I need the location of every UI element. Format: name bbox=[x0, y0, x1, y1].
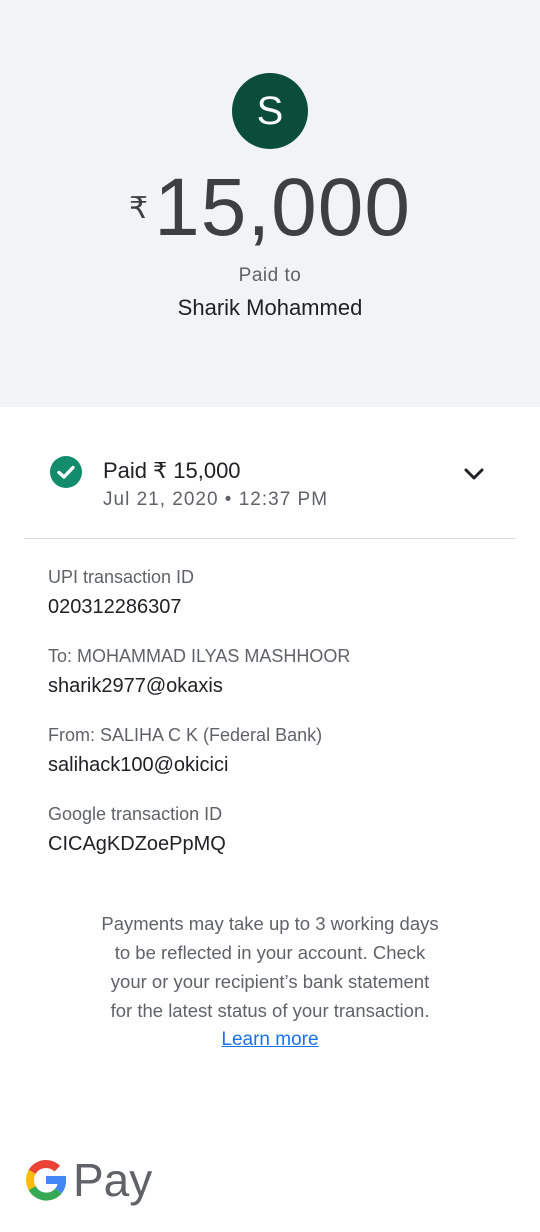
processing-notice: Payments may take up to 3 working days t… bbox=[60, 909, 480, 1025]
payment-summary-header: S ₹15,000 Paid to Sharik Mohammed bbox=[0, 0, 540, 407]
upi-transaction-id-section: UPI transaction ID 020312286307 bbox=[48, 564, 194, 622]
google-g-icon bbox=[24, 1158, 68, 1202]
status-datetime: Jul 21, 2020 • 12:37 PM bbox=[103, 489, 329, 510]
detail-value: 020312286307 bbox=[48, 596, 182, 618]
divider bbox=[24, 538, 516, 539]
detail-value: salihack100@okicici bbox=[48, 754, 229, 776]
status-title: Paid ₹ 15,000 bbox=[103, 458, 241, 483]
amount-value: 15,000 bbox=[154, 162, 411, 253]
detail-label: Google transaction ID bbox=[48, 804, 223, 824]
notice-line: your or your recipient’s bank statement bbox=[110, 971, 430, 992]
amount-display: ₹15,000 bbox=[0, 163, 540, 253]
payee-name: Sharik Mohammed bbox=[177, 295, 363, 320]
check-circle-icon bbox=[50, 456, 82, 488]
pay-brand-text: Pay bbox=[73, 1154, 153, 1206]
recipient-section: To: MOHAMMAD ILYAS MASHHOOR sharik2977@o… bbox=[48, 643, 350, 701]
paid-to-label: Paid to bbox=[238, 265, 302, 286]
learn-more-row: Learn more bbox=[0, 1025, 540, 1054]
google-transaction-id-section: Google transaction ID CICAgKDZoePpMQ bbox=[48, 801, 226, 859]
detail-label: From: SALIHA C K (Federal Bank) bbox=[48, 725, 323, 745]
avatar: S bbox=[232, 73, 308, 149]
detail-label: UPI transaction ID bbox=[48, 567, 195, 587]
detail-label: To: MOHAMMAD ILYAS MASHHOOR bbox=[48, 646, 351, 666]
detail-value: CICAgKDZoePpMQ bbox=[48, 833, 226, 855]
sender-section: From: SALIHA C K (Federal Bank) salihack… bbox=[48, 722, 322, 780]
notice-line: Payments may take up to 3 working days bbox=[101, 913, 439, 934]
learn-more-link[interactable]: Learn more bbox=[221, 1029, 318, 1050]
currency-symbol: ₹ bbox=[129, 192, 149, 225]
chevron-down-icon[interactable] bbox=[458, 458, 490, 490]
detail-value: sharik2977@okaxis bbox=[48, 675, 223, 697]
notice-line: to be reflected in your account. Check bbox=[114, 942, 426, 963]
notice-line: for the latest status of your transactio… bbox=[110, 1000, 430, 1021]
